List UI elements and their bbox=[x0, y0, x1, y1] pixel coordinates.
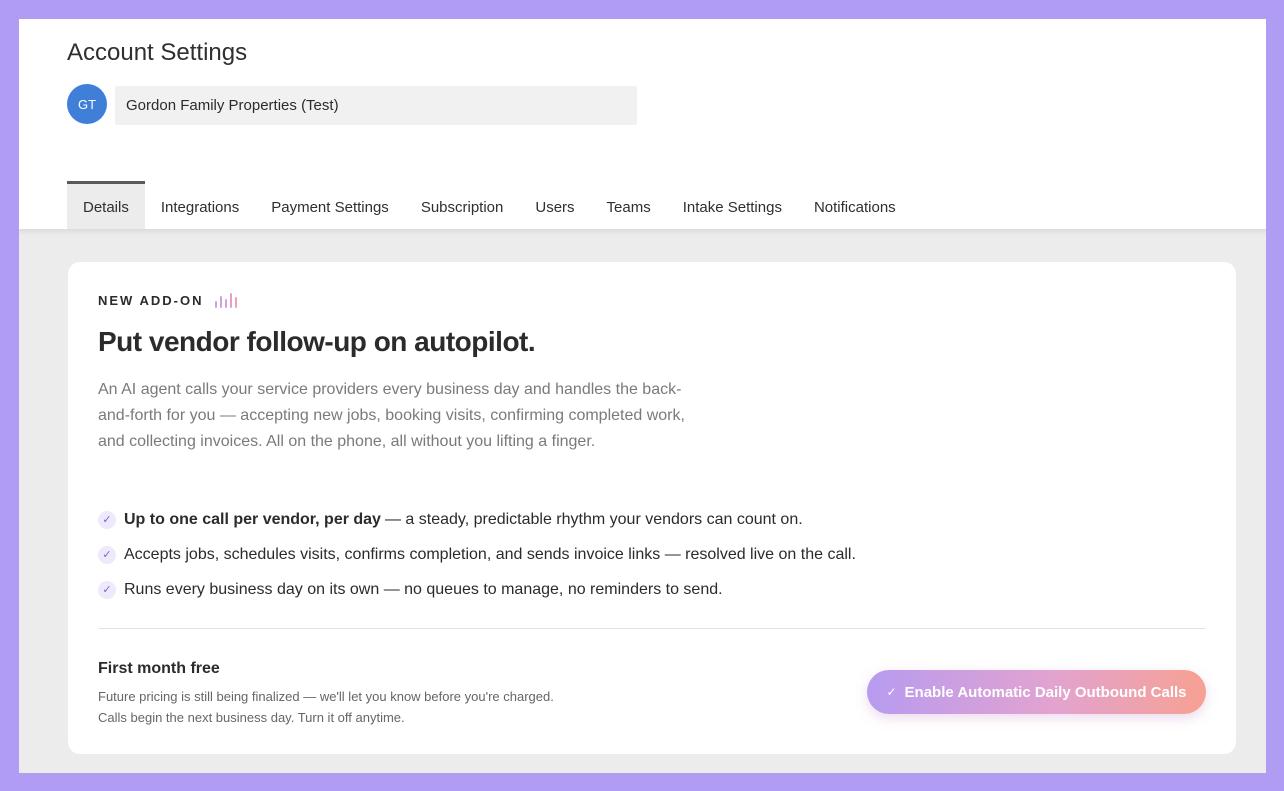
check-icon: ✓ bbox=[98, 510, 116, 529]
addon-card: NEW ADD-ON Put vendor follow-up on autop… bbox=[68, 262, 1236, 754]
pricing-note-line: Future pricing is still being finalized … bbox=[98, 689, 554, 704]
feature-text: Accepts jobs, schedules visits, confirms… bbox=[124, 545, 856, 563]
list-item: ✓ Up to one call per vendor, per day — a… bbox=[98, 502, 1198, 537]
tab-details[interactable]: Details bbox=[67, 181, 145, 229]
tab-payment-settings[interactable]: Payment Settings bbox=[255, 181, 405, 229]
feature-list: ✓ Up to one call per vendor, per day — a… bbox=[98, 502, 1198, 607]
divider bbox=[98, 628, 1206, 629]
feature-text: — a steady, predictable rhythm your vend… bbox=[384, 510, 803, 528]
tab-integrations[interactable]: Integrations bbox=[145, 181, 255, 229]
feature-highlight: Up to one call per vendor, per day bbox=[124, 510, 381, 528]
check-icon: ✓ bbox=[98, 545, 116, 564]
tab-teams[interactable]: Teams bbox=[591, 181, 667, 229]
settings-header: Account Settings GT Gordon Family Proper… bbox=[19, 19, 1266, 229]
page-title: Account Settings bbox=[67, 39, 248, 66]
list-item: ✓ Runs every business day on its own — n… bbox=[98, 572, 1198, 607]
pricing-note: Future pricing is still being finalized … bbox=[98, 686, 554, 728]
addon-eyebrow: NEW ADD-ON bbox=[98, 293, 238, 308]
pricing-title: First month free bbox=[98, 660, 220, 677]
account-selector[interactable]: Gordon Family Properties (Test) bbox=[115, 86, 637, 125]
enable-outbound-calls-button[interactable]: ✓ Enable Automatic Daily Outbound Calls bbox=[867, 670, 1206, 714]
header-divider bbox=[19, 229, 1266, 235]
app-window: Account Settings GT Gordon Family Proper… bbox=[19, 19, 1266, 773]
pricing-note-line: Calls begin the next business day. Turn … bbox=[98, 710, 405, 725]
tab-intake-settings[interactable]: Intake Settings bbox=[667, 181, 798, 229]
tab-subscription[interactable]: Subscription bbox=[405, 181, 520, 229]
button-label: Enable Automatic Daily Outbound Calls bbox=[904, 683, 1187, 701]
settings-tabs: Details Integrations Payment Settings Su… bbox=[67, 181, 912, 229]
feature-text: Runs every business day on its own — no … bbox=[124, 580, 723, 598]
list-item: ✓ Accepts jobs, schedules visits, confir… bbox=[98, 537, 1198, 572]
check-icon: ✓ bbox=[98, 580, 116, 599]
sound-bars-icon bbox=[215, 293, 238, 308]
avatar[interactable]: GT bbox=[67, 84, 107, 124]
eyebrow-label: NEW ADD-ON bbox=[98, 293, 204, 308]
tab-notifications[interactable]: Notifications bbox=[798, 181, 912, 229]
tab-users[interactable]: Users bbox=[519, 181, 590, 229]
addon-headline: Put vendor follow-up on autopilot. bbox=[98, 326, 536, 357]
check-icon: ✓ bbox=[886, 685, 897, 699]
addon-description: An AI agent calls your service providers… bbox=[98, 381, 685, 450]
